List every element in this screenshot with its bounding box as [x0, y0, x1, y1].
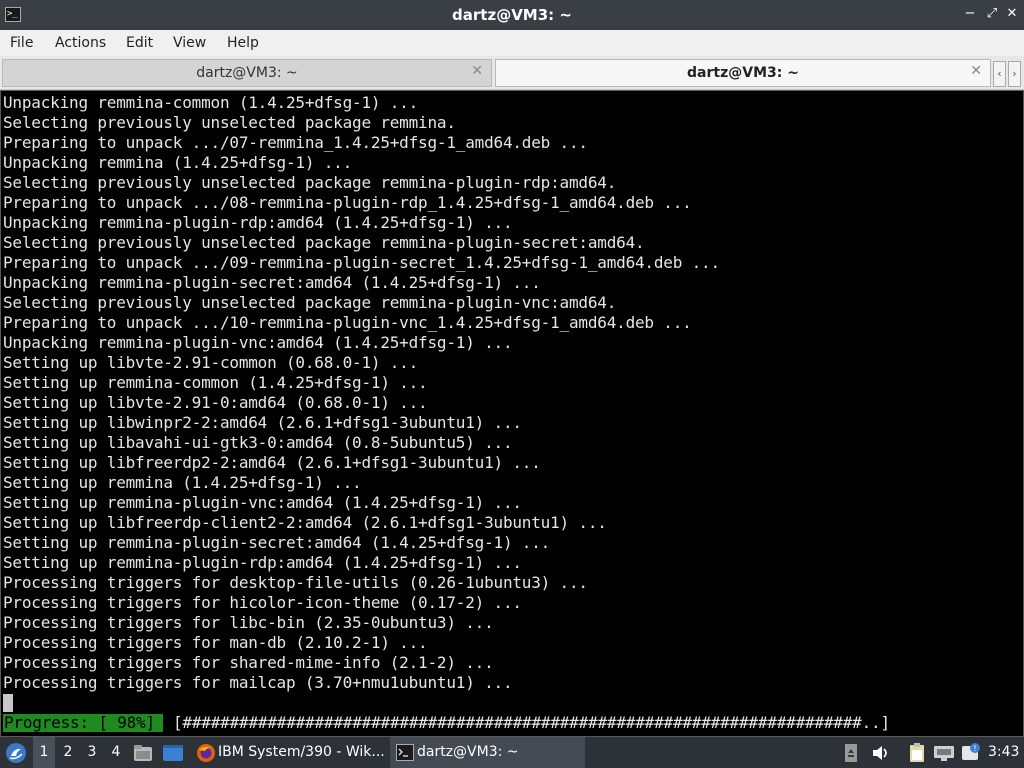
menu-bar: File Actions Edit View Help — [0, 30, 1024, 56]
window-titlebar[interactable]: >_ dartz@VM3: ~ − ⤢ ✕ — [0, 0, 1024, 30]
close-button[interactable]: ✕ — [1002, 4, 1022, 24]
taskbar: 1 2 3 4 IBM System/390 - Wik... dartz@VM… — [0, 737, 1024, 768]
task-label: dartz@VM3: ~ — [417, 744, 519, 760]
update-notifier-icon[interactable]: ! — [960, 742, 982, 764]
terminal-line: Processing triggers for hicolor-icon-the… — [3, 593, 522, 612]
clipboard-icon[interactable] — [906, 742, 928, 764]
terminal-line: Processing triggers for man-db (2.10.2-1… — [3, 633, 428, 652]
terminal-line: Preparing to unpack .../08-remmina-plugi… — [3, 193, 692, 212]
terminal-line: Setting up remmina-common (1.4.25+dfsg-1… — [3, 373, 428, 392]
menu-view[interactable]: View — [173, 30, 206, 56]
terminal-line: Preparing to unpack .../07-remmina_1.4.2… — [3, 133, 588, 152]
menu-edit[interactable]: Edit — [126, 30, 153, 56]
terminal-line: Setting up remmina (1.4.25+dfsg-1) ... — [3, 473, 362, 492]
terminal-line: Processing triggers for mailcap (3.70+nm… — [3, 673, 513, 692]
start-menu-icon[interactable] — [5, 742, 27, 764]
terminal-line: Setting up libvte-2.91-0:amd64 (0.68.0-1… — [3, 393, 428, 412]
volume-icon[interactable] — [871, 743, 891, 763]
terminal-line: Unpacking remmina-common (1.4.25+dfsg-1)… — [3, 93, 419, 112]
tab-label: dartz@VM3: ~ — [687, 65, 799, 81]
terminal-line: Preparing to unpack .../09-remmina-plugi… — [3, 253, 720, 272]
terminal-cursor — [3, 694, 13, 712]
show-desktop-icon[interactable] — [162, 744, 184, 762]
menu-actions[interactable]: Actions — [55, 30, 106, 56]
terminal-line: Selecting previously unselected package … — [3, 173, 617, 192]
terminal-line: Preparing to unpack .../10-remmina-plugi… — [3, 313, 692, 332]
minimize-button[interactable]: − — [960, 4, 980, 24]
firefox-icon — [197, 744, 215, 762]
terminal-line: Setting up remmina-plugin-secret:amd64 (… — [3, 533, 551, 552]
network-icon[interactable] — [933, 743, 955, 763]
terminal-line: Setting up libavahi-ui-gtk3-0:amd64 (0.8… — [3, 433, 513, 452]
scroll-tabs-right-icon[interactable]: › — [1008, 61, 1021, 87]
clock[interactable]: 3:43 — [988, 737, 1019, 768]
terminal-line: Unpacking remmina-plugin-vnc:amd64 (1.4.… — [3, 333, 513, 352]
tab-terminal-2[interactable]: dartz@VM3: ~ ✕ — [495, 59, 991, 87]
terminal-line: Setting up remmina-plugin-vnc:amd64 (1.4… — [3, 493, 522, 512]
svg-text:!: ! — [973, 744, 976, 753]
terminal-line: Unpacking remmina (1.4.25+dfsg-1) ... — [3, 153, 353, 172]
workspace-2[interactable]: 2 — [57, 737, 79, 768]
terminal-line: Unpacking remmina-plugin-secret:amd64 (1… — [3, 273, 541, 292]
workspace-1[interactable]: 1 — [33, 737, 55, 768]
tab-bar: dartz@VM3: ~ ✕ dartz@VM3: ~ ✕ ‹ › — [0, 56, 1024, 90]
file-manager-icon[interactable] — [133, 744, 153, 762]
terminal-line: Setting up libfreerdp2-2:amd64 (2.6.1+df… — [3, 453, 541, 472]
terminal-line: Setting up remmina-plugin-rdp:amd64 (1.4… — [3, 553, 522, 572]
terminal-line: Selecting previously unselected package … — [3, 113, 456, 132]
terminal-line: Selecting previously unselected package … — [3, 293, 617, 312]
menu-file[interactable]: File — [10, 30, 33, 56]
close-tab-icon[interactable]: ✕ — [471, 63, 483, 79]
progress-label: Progress: [ 98%] — [3, 714, 163, 732]
terminal-line: Setting up libvte-2.91-common (0.68.0-1)… — [3, 353, 419, 372]
terminal-line: Processing triggers for desktop-file-uti… — [3, 573, 588, 592]
progress-bar-text: [#######################################… — [173, 713, 890, 732]
terminal-line: Setting up libwinpr2-2:amd64 (2.6.1+dfsg… — [3, 413, 522, 432]
terminal-line: Processing triggers for shared-mime-info… — [3, 653, 494, 672]
terminal-line: Setting up libfreerdp-client2-2:amd64 (2… — [3, 513, 607, 532]
terminal-output[interactable]: Unpacking remmina-common (1.4.25+dfsg-1)… — [0, 90, 1024, 737]
terminal-line: Unpacking remmina-plugin-rdp:amd64 (1.4.… — [3, 213, 513, 232]
tab-label: dartz@VM3: ~ — [196, 65, 298, 81]
terminal-line: Selecting previously unselected package … — [3, 233, 645, 252]
task-label: IBM System/390 - Wik... — [218, 744, 385, 760]
close-tab-icon[interactable]: ✕ — [970, 63, 982, 79]
workspace-4[interactable]: 4 — [105, 737, 127, 768]
tab-terminal-1[interactable]: dartz@VM3: ~ ✕ — [2, 59, 492, 87]
window-title: dartz@VM3: ~ — [452, 6, 572, 24]
menu-help[interactable]: Help — [227, 30, 259, 56]
maximize-button[interactable]: ⤢ — [982, 4, 1002, 24]
tray-eject-icon[interactable] — [844, 743, 858, 763]
task-terminal[interactable]: dartz@VM3: ~ — [390, 737, 585, 768]
task-firefox[interactable]: IBM System/390 - Wik... — [190, 737, 388, 768]
scroll-tabs-left-icon[interactable]: ‹ — [993, 61, 1006, 87]
workspace-3[interactable]: 3 — [81, 737, 103, 768]
terminal-line: Processing triggers for libc-bin (2.35-0… — [3, 613, 494, 632]
terminal-icon — [396, 744, 414, 761]
